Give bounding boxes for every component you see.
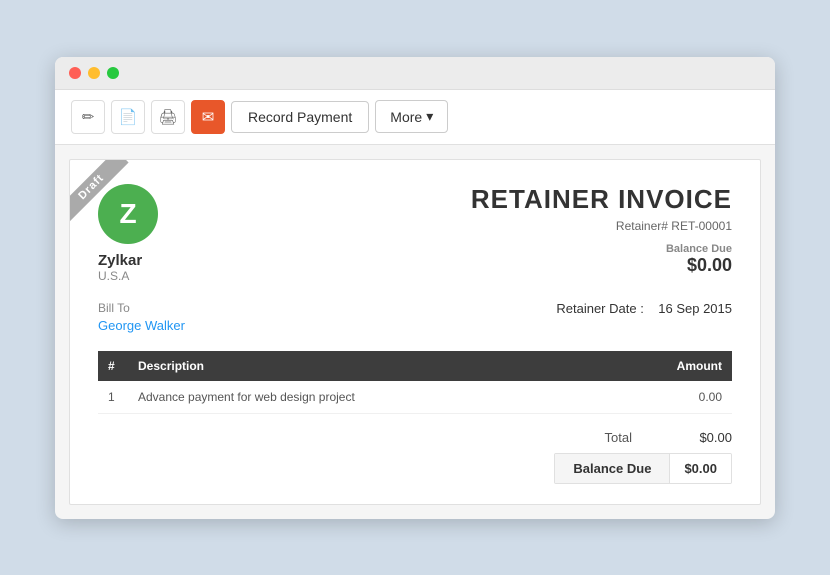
bill-section: Bill To George Walker Retainer Date : 16… xyxy=(98,301,732,333)
invoice-title-block: RETAINER INVOICE Retainer# RET-00001 Bal… xyxy=(471,184,732,276)
minimize-dot[interactable] xyxy=(88,67,100,79)
balance-due-label: Balance Due xyxy=(471,243,732,255)
balance-due-footer-label: Balance Due xyxy=(555,454,670,483)
balance-due-block: Balance Due $0.00 xyxy=(471,243,732,276)
maximize-dot[interactable] xyxy=(107,67,119,79)
col-header-description: Description xyxy=(128,351,601,381)
bill-to-label: Bill To xyxy=(98,301,185,315)
table-header-row: # Description Amount xyxy=(98,351,732,381)
date-section: Retainer Date : 16 Sep 2015 xyxy=(556,301,732,333)
invoice-header: Z Zylkar U.S.A RETAINER INVOICE Retainer… xyxy=(98,184,732,283)
total-label: Total xyxy=(552,430,632,445)
draft-label: Draft xyxy=(70,160,128,224)
titlebar xyxy=(55,57,775,90)
retainer-date-label: Retainer Date : xyxy=(556,301,643,316)
bill-to-name[interactable]: George Walker xyxy=(98,318,185,333)
more-button[interactable]: More ▾ xyxy=(375,100,448,133)
edit-button[interactable]: ✏ xyxy=(71,100,105,134)
cell-amount: 0.00 xyxy=(601,381,732,414)
col-header-num: # xyxy=(98,351,128,381)
balance-due-footer-value: $0.00 xyxy=(670,454,731,483)
company-country: U.S.A xyxy=(98,269,158,283)
invoice-document: Draft Z Zylkar U.S.A RETAINER INVOICE Re… xyxy=(69,159,761,505)
totals-section: Total $0.00 Balance Due $0.00 xyxy=(98,430,732,484)
invoice-title: RETAINER INVOICE xyxy=(471,184,732,215)
retainer-number: Retainer# RET-00001 xyxy=(471,219,732,233)
record-payment-button[interactable]: Record Payment xyxy=(231,101,369,133)
email-button[interactable]: ✉ xyxy=(191,100,225,134)
main-window: ✏ 📄 🖨 ✉ Record Payment More ▾ Draft Z Zy… xyxy=(55,57,775,519)
print-button[interactable]: 🖨 xyxy=(151,100,185,134)
balance-due-amount: $0.00 xyxy=(471,255,732,276)
cell-description: Advance payment for web design project xyxy=(128,381,601,414)
more-label: More xyxy=(390,109,422,125)
retainer-date-value: 16 Sep 2015 xyxy=(658,301,732,316)
invoice-table: # Description Amount 1 Advance payment f… xyxy=(98,351,732,414)
company-name: Zylkar xyxy=(98,252,158,269)
chevron-down-icon: ▾ xyxy=(426,108,433,125)
cell-num: 1 xyxy=(98,381,128,414)
draft-ribbon: Draft xyxy=(70,160,150,240)
close-dot[interactable] xyxy=(69,67,81,79)
toolbar: ✏ 📄 🖨 ✉ Record Payment More ▾ xyxy=(55,90,775,145)
total-value: $0.00 xyxy=(672,430,732,445)
pdf-button[interactable]: 📄 xyxy=(111,100,145,134)
balance-due-footer-row: Balance Due $0.00 xyxy=(554,453,732,484)
table-row: 1 Advance payment for web design project… xyxy=(98,381,732,414)
bill-to-block: Bill To George Walker xyxy=(98,301,185,333)
total-row: Total $0.00 xyxy=(552,430,732,445)
col-header-amount: Amount xyxy=(601,351,732,381)
